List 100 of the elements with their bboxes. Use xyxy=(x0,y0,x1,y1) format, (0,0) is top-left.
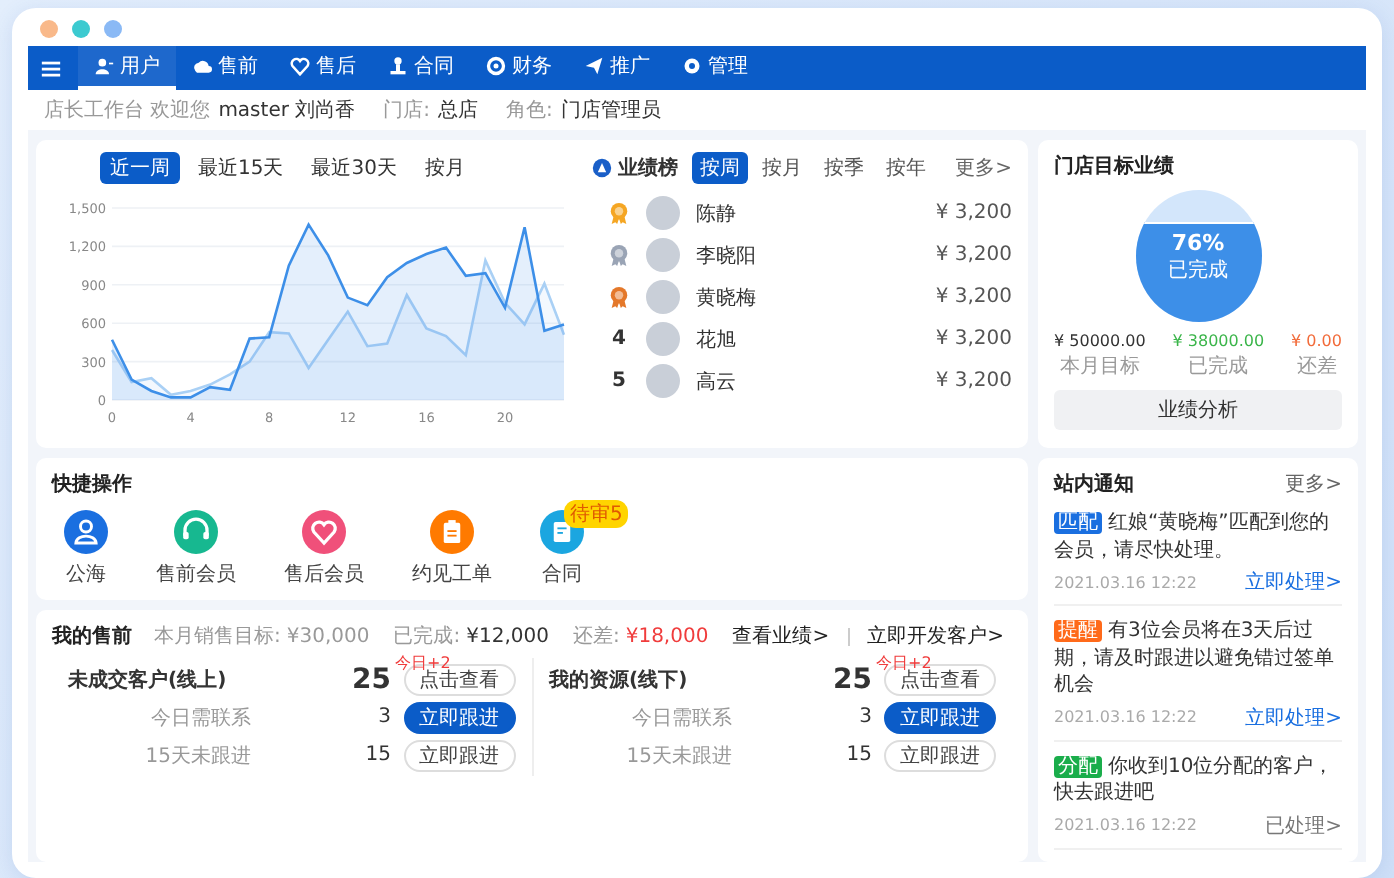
seller-name: 黄晓梅 xyxy=(696,285,756,311)
nav-tab[interactable]: 售前 xyxy=(176,46,274,90)
sales-amount: ¥ 3,200 xyxy=(935,244,1012,266)
progress-status: 已完成 xyxy=(1168,257,1228,283)
cloud-icon xyxy=(192,56,212,76)
menu-icon[interactable] xyxy=(40,57,62,79)
notice-tag: 分配 xyxy=(1054,755,1102,777)
notice-text: 提醒 有3位会员将在3天后过期，请及时跟进以避免错过签单机会 xyxy=(1054,618,1336,699)
row-label: 15天未跟进 xyxy=(143,743,253,769)
avatar xyxy=(646,238,680,272)
period-tab[interactable]: 近一周 xyxy=(100,152,180,184)
group-title: 未成交客户(线上) xyxy=(68,666,229,693)
stat-label: 本月目标 xyxy=(1059,353,1140,380)
avatar xyxy=(646,196,680,230)
stat-label: 还差 xyxy=(1296,354,1337,380)
seller-name: 李晓阳 xyxy=(696,243,756,269)
notice-tag: 匹配 xyxy=(1054,512,1102,534)
period-tab[interactable]: 按月 xyxy=(754,152,810,184)
more-link[interactable]: 更多> xyxy=(955,154,1012,182)
target-label: 本月销售目标: xyxy=(154,623,281,650)
nav-tab[interactable]: 售后 xyxy=(274,46,372,90)
avatar xyxy=(646,280,680,314)
avatar xyxy=(646,322,680,356)
user-icon xyxy=(94,56,114,76)
follow-up-button[interactable]: 立即跟进 xyxy=(884,739,996,771)
heart-icon xyxy=(290,56,310,76)
stat-value: ¥ 38000.00 xyxy=(1172,332,1265,350)
notice-text: 匹配 红娘“黄晓梅”匹配到您的会员，请尽快处理。 xyxy=(1054,510,1331,564)
avatar xyxy=(646,364,680,398)
rank-number: 5 xyxy=(610,370,628,392)
row-count: 15 xyxy=(363,744,391,766)
remaining-value: ¥18,000 xyxy=(625,625,709,647)
card-title: 我的售前 xyxy=(52,623,132,650)
row-count: 3 xyxy=(376,706,391,728)
person-icon xyxy=(388,56,408,76)
leaderboard-title: 业绩榜 xyxy=(618,155,678,182)
window-dot-icon[interactable] xyxy=(40,20,58,38)
plane-icon xyxy=(584,56,604,76)
quick-action[interactable]: 售后会员 xyxy=(284,510,364,588)
period-tab[interactable]: 按月 xyxy=(414,152,475,184)
welcome-text: 店长工作台 欢迎您 xyxy=(44,97,211,124)
row-label: 今日需联系 xyxy=(630,705,734,731)
row-label: 今日需联系 xyxy=(149,705,253,731)
quick-action[interactable]: 约见工单 xyxy=(412,510,492,588)
store-name: 总店 xyxy=(438,97,479,124)
develop-customers-link[interactable]: 立即开发客户> xyxy=(867,622,1004,650)
seller-name: 花旭 xyxy=(696,327,736,353)
period-tab[interactable]: 按周 xyxy=(692,152,748,184)
analysis-button[interactable]: 业绩分析 xyxy=(1054,390,1342,430)
stat-value: ¥ 0.00 xyxy=(1291,332,1342,350)
period-tab[interactable]: 最近15天 xyxy=(188,152,294,184)
window-dot-icon[interactable] xyxy=(104,20,122,38)
done-label: 已完成: xyxy=(393,623,461,650)
card-title: 门店目标业绩 xyxy=(1054,152,1174,180)
follow-up-button[interactable]: 立即跟进 xyxy=(403,701,515,733)
progress-percent: 76% xyxy=(1171,229,1225,255)
sales-amount: ¥ 3,200 xyxy=(935,328,1012,350)
card-title: 站内通知 xyxy=(1054,471,1134,498)
store-label: 门店: xyxy=(383,97,431,124)
process-link[interactable]: 立即处理> xyxy=(1245,703,1342,731)
seller-name: 高云 xyxy=(696,369,736,395)
period-tab[interactable]: 按季 xyxy=(816,152,872,184)
nav-tab[interactable]: 用户 xyxy=(78,46,176,90)
process-link[interactable]: 已处理> xyxy=(1265,811,1342,839)
target-value: ¥30,000 xyxy=(286,625,370,647)
row-label: 15天未跟进 xyxy=(624,743,734,769)
sales-amount: ¥ 3,200 xyxy=(935,370,1012,392)
notice-time: 2021.03.16 12:22 xyxy=(1054,708,1197,726)
nav-tab[interactable]: 合同 xyxy=(372,46,470,90)
nav-tab[interactable]: 管理 xyxy=(666,46,764,90)
remaining-label: 还差: xyxy=(572,624,620,650)
done-value: ¥12,000 xyxy=(466,625,549,647)
more-link[interactable]: 更多> xyxy=(1285,470,1342,498)
follow-up-button[interactable]: 立即跟进 xyxy=(884,701,996,733)
stat-value: ¥ 50000.00 xyxy=(1054,332,1146,350)
follow-up-button[interactable]: 立即跟进 xyxy=(403,739,515,771)
sales-amount: ¥ 3,200 xyxy=(935,202,1012,224)
sales-amount: ¥ 3,200 xyxy=(935,286,1012,308)
notice-tag: 提醒 xyxy=(1054,620,1102,642)
nav-tab[interactable]: 推广 xyxy=(568,46,666,90)
stat-label: 已完成 xyxy=(1188,353,1249,380)
group-title: 我的资源(线下) xyxy=(549,667,690,693)
pending-badge: 待审5 xyxy=(564,500,629,528)
circle-icon xyxy=(486,56,506,76)
card-title: 快捷操作 xyxy=(52,471,134,498)
process-link[interactable]: 立即处理> xyxy=(1245,568,1342,596)
role-name: 门店管理员 xyxy=(560,97,661,124)
role-label: 角色: xyxy=(506,98,553,124)
view-performance-link[interactable]: 查看业绩> xyxy=(732,622,830,650)
window-dot-icon[interactable] xyxy=(72,20,90,38)
quick-action[interactable]: 公海 xyxy=(64,510,108,588)
period-tab[interactable]: 按年 xyxy=(878,152,934,184)
quick-action[interactable]: 售前会员 xyxy=(156,510,236,588)
notice-time: 2021.03.16 12:22 xyxy=(1054,816,1197,834)
user-name: master 刘尚香 xyxy=(218,97,356,124)
nav-tab[interactable]: 财务 xyxy=(470,46,568,90)
row-count: 3 xyxy=(857,706,872,728)
period-tab[interactable]: 最近30天 xyxy=(301,152,407,184)
rank-number: 4 xyxy=(610,328,628,350)
notice-time: 2021.03.16 12:22 xyxy=(1054,573,1197,591)
